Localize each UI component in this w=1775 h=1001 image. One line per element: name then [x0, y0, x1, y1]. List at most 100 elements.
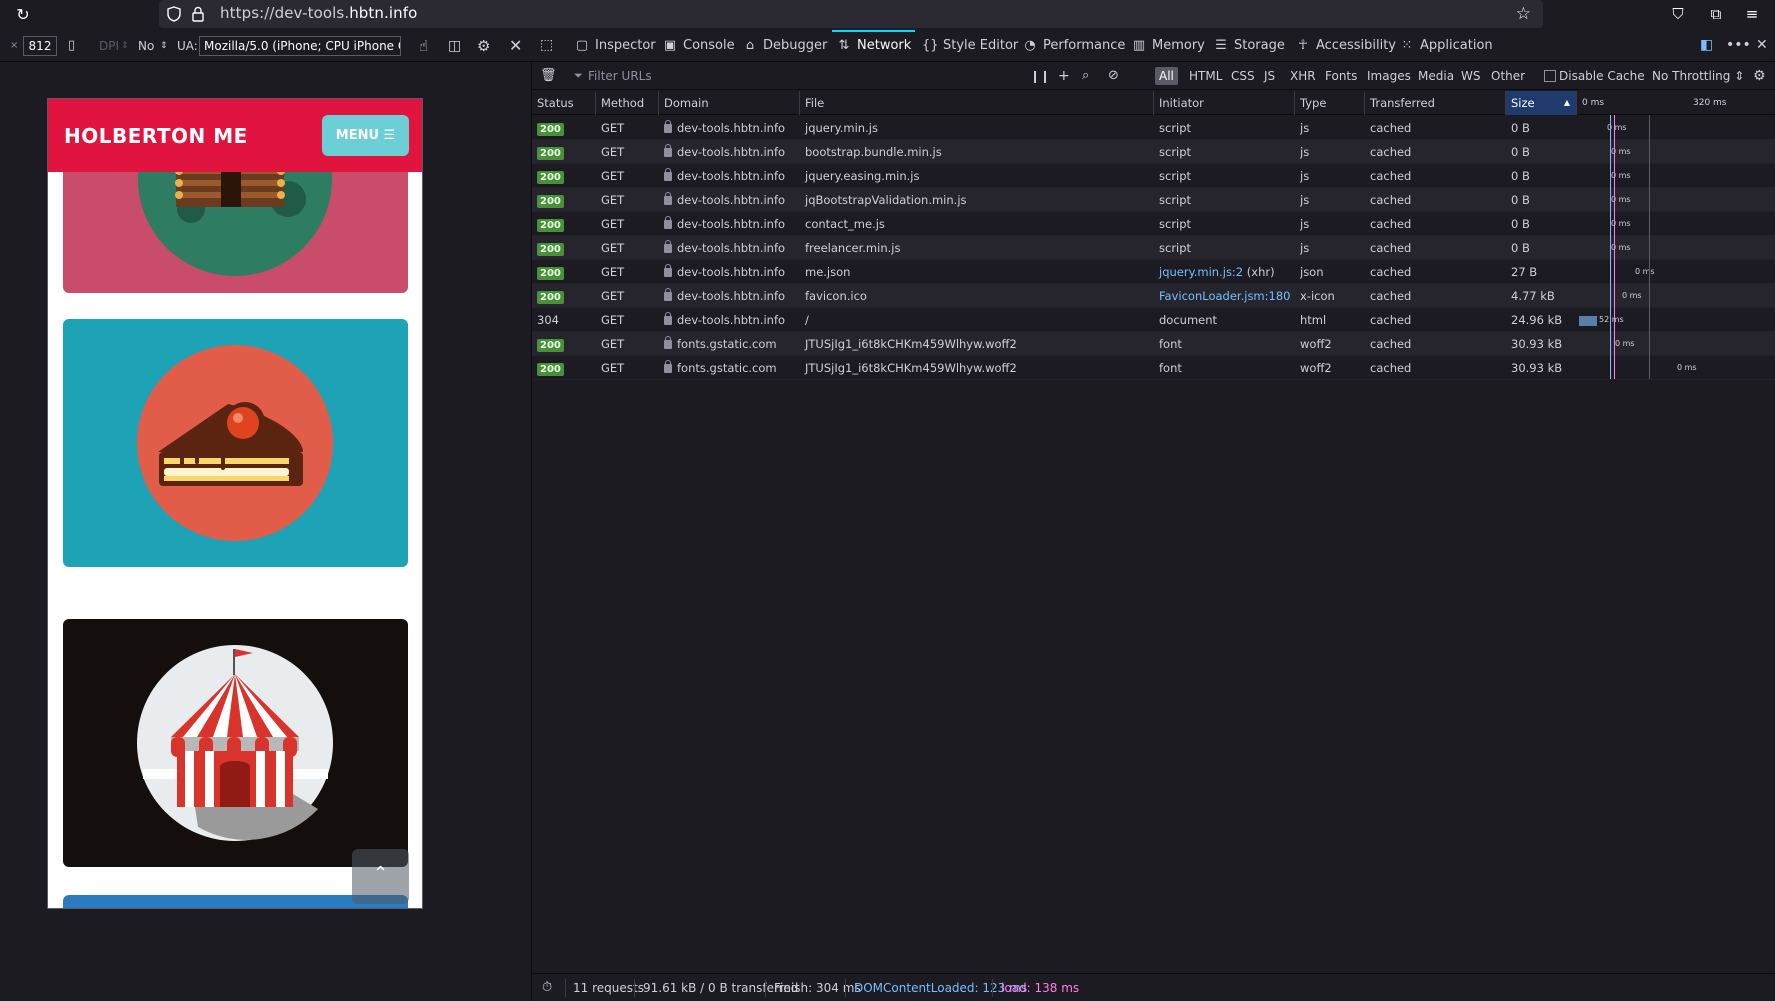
checkbox-icon	[1544, 70, 1556, 82]
tab-console[interactable]: ▣ Console	[662, 30, 735, 61]
tab-style-editor[interactable]: {} Style Editor	[922, 30, 1018, 61]
touch-simulation-icon[interactable]: ☝	[419, 36, 428, 56]
pocket-icon[interactable]: ⛉	[1668, 4, 1688, 24]
filter-fonts[interactable]: Fonts	[1321, 67, 1361, 85]
table-row[interactable]: 200 GET dev-tools.hbtn.info jquery.easing.m…	[532, 164, 1775, 188]
col-waterfall[interactable]: 0 ms 320 ms	[1577, 91, 1775, 115]
extensions-icon[interactable]: ⧉	[1706, 4, 1726, 24]
filter-other[interactable]: Other	[1487, 67, 1529, 85]
cell-type: js	[1300, 145, 1310, 159]
cell-method: GET	[601, 169, 625, 183]
col-initiator[interactable]: Initiator	[1154, 91, 1295, 115]
cell-initiator: script	[1159, 145, 1192, 159]
filter-all[interactable]: All	[1155, 67, 1178, 85]
table-row[interactable]: 200 GET fonts.gstatic.com JTUSjIg1_i6t8kCHK…	[532, 356, 1775, 380]
bookmark-star-icon[interactable]: ☆	[1516, 4, 1531, 24]
screenshot-icon[interactable]: ◫	[448, 36, 461, 56]
hamburger-menu-icon[interactable]: ≡	[1742, 4, 1762, 24]
device-viewport[interactable]: HOLBERTON ME MENU ☰ ⌃	[47, 98, 423, 909]
col-size[interactable]: Size ▲	[1506, 91, 1577, 115]
search-icon[interactable]: ⌕	[1082, 67, 1089, 85]
cell-method: GET	[601, 265, 625, 279]
portfolio-card-circus[interactable]	[63, 619, 408, 867]
filter-media[interactable]: Media	[1414, 67, 1458, 85]
filter-images[interactable]: Images	[1363, 67, 1415, 85]
dpi-selector[interactable]: DPI	[99, 36, 119, 56]
filter-css[interactable]: CSS	[1227, 67, 1259, 85]
tab-application[interactable]: ⁙ Application	[1399, 30, 1493, 61]
table-row[interactable]: 200 GET fonts.gstatic.com JTUSjIg1_i6t8kCHK…	[532, 332, 1775, 356]
cell-waterfall: 0 ms	[1577, 260, 1775, 284]
throttling-selector[interactable]: No Throttling ⇕	[1652, 67, 1744, 85]
cell-type: js	[1300, 121, 1310, 135]
filter-urls-input[interactable]: Filter URLs	[588, 67, 652, 85]
table-row[interactable]: 200 GET dev-tools.hbtn.info bootstrap.bundl…	[532, 140, 1775, 164]
performance-icon: ◔	[1024, 38, 1036, 53]
tab-storage[interactable]: ☰ Storage	[1213, 30, 1285, 61]
table-row[interactable]: 304 GET dev-tools.hbtn.info / document html ca…	[532, 308, 1775, 332]
cell-file: bootstrap.bundle.min.js	[805, 145, 942, 159]
tab-inspector[interactable]: ▢ Inspector	[574, 30, 656, 61]
table-row[interactable]: 200 GET dev-tools.hbtn.info jquery.min.js sc…	[532, 116, 1775, 140]
scroll-to-top-button[interactable]: ⌃	[352, 849, 409, 904]
cell-domain: fonts.gstatic.com	[659, 332, 800, 356]
viewport-height-input[interactable]: 812	[23, 36, 57, 56]
filter-xhr[interactable]: XHR	[1286, 67, 1320, 85]
shield-icon[interactable]	[167, 6, 181, 22]
cell-status: 200	[532, 332, 596, 356]
lock-icon[interactable]	[192, 6, 204, 22]
rotate-device-icon[interactable]: ▯	[68, 36, 84, 56]
throttle-chevron-icon: ⇕	[160, 41, 168, 51]
filter-html[interactable]: HTML	[1185, 67, 1226, 85]
table-row[interactable]: 200 GET dev-tools.hbtn.info freelancer.min.…	[532, 236, 1775, 260]
block-icon[interactable]: ⊘	[1108, 67, 1119, 85]
close-devtools-icon[interactable]: ✕	[1756, 30, 1768, 61]
filter-js[interactable]: JS	[1260, 67, 1279, 85]
network-settings-icon[interactable]: ⚙	[1753, 67, 1766, 85]
more-options-icon[interactable]: •••	[1726, 30, 1751, 61]
dock-layout-icon[interactable]: ◧	[1700, 30, 1713, 61]
cell-size: 0 B	[1511, 169, 1530, 183]
add-request-icon[interactable]: +	[1058, 67, 1070, 85]
table-row[interactable]: 200 GET dev-tools.hbtn.info jqBootstrapVali…	[532, 188, 1775, 212]
clear-requests-icon[interactable]: 🗑	[540, 67, 557, 85]
disable-cache-checkbox[interactable]: Disable Cache	[1544, 67, 1645, 85]
performance-analysis-icon[interactable]: ⏱	[542, 980, 552, 996]
col-transferred[interactable]: Transferred	[1365, 91, 1506, 115]
status-badge: 200	[537, 171, 564, 184]
tab-accessibility[interactable]: ☥ Accessibility	[1295, 30, 1396, 61]
close-rdm-icon[interactable]: ✕	[509, 36, 522, 56]
url-field[interactable]: https://dev-tools.hbtn.info ☆	[159, 0, 1543, 28]
pause-icon[interactable]: ❙❙	[1030, 67, 1050, 85]
reload-icon[interactable]: ↻	[14, 6, 32, 24]
tab-network[interactable]: ⇅ Network	[832, 30, 916, 61]
col-file[interactable]: File	[800, 91, 1154, 115]
col-domain[interactable]: Domain	[659, 91, 800, 115]
network-throttle-selector[interactable]: No	[138, 36, 154, 56]
site-brand[interactable]: HOLBERTON ME	[64, 124, 248, 148]
cell-initiator: font	[1159, 337, 1182, 351]
tab-performance[interactable]: ◔ Performance	[1022, 30, 1125, 61]
table-row[interactable]: 200 GET dev-tools.hbtn.info contact_me.js sc…	[532, 212, 1775, 236]
divider	[845, 979, 846, 997]
element-picker-icon[interactable]: ⬚	[540, 30, 553, 61]
user-agent-input[interactable]: Mozilla/5.0 (iPhone; CPU iPhone OS	[199, 36, 401, 56]
cell-domain: dev-tools.hbtn.info	[659, 116, 800, 140]
initiator-link[interactable]: jquery.min.js:2	[1159, 265, 1243, 279]
col-type[interactable]: Type	[1295, 91, 1365, 115]
portfolio-card-cake[interactable]	[63, 319, 408, 567]
filter-ws[interactable]: WS	[1457, 67, 1484, 85]
cell-file: JTUSjIg1_i6t8kCHKm459Wlhyw.woff2	[805, 337, 1017, 351]
cell-domain: dev-tools.hbtn.info	[659, 212, 800, 236]
tab-memory[interactable]: ▥ Memory	[1131, 30, 1205, 61]
rdm-settings-icon[interactable]: ⚙	[477, 36, 490, 56]
table-row[interactable]: 200 GET dev-tools.hbtn.info favicon.ico Favi…	[532, 284, 1775, 308]
cell-type: woff2	[1300, 337, 1332, 351]
tab-debugger[interactable]: ⌂ Debugger	[742, 30, 828, 61]
col-status[interactable]: Status	[532, 91, 596, 115]
site-menu-button[interactable]: MENU ☰	[322, 115, 409, 156]
url-text[interactable]: https://dev-tools.hbtn.info	[220, 4, 417, 22]
initiator-link[interactable]: FaviconLoader.jsm:180 (...	[1159, 289, 1295, 303]
col-method[interactable]: Method	[596, 91, 659, 115]
table-row[interactable]: 200 GET dev-tools.hbtn.info me.json jquery.m…	[532, 260, 1775, 284]
